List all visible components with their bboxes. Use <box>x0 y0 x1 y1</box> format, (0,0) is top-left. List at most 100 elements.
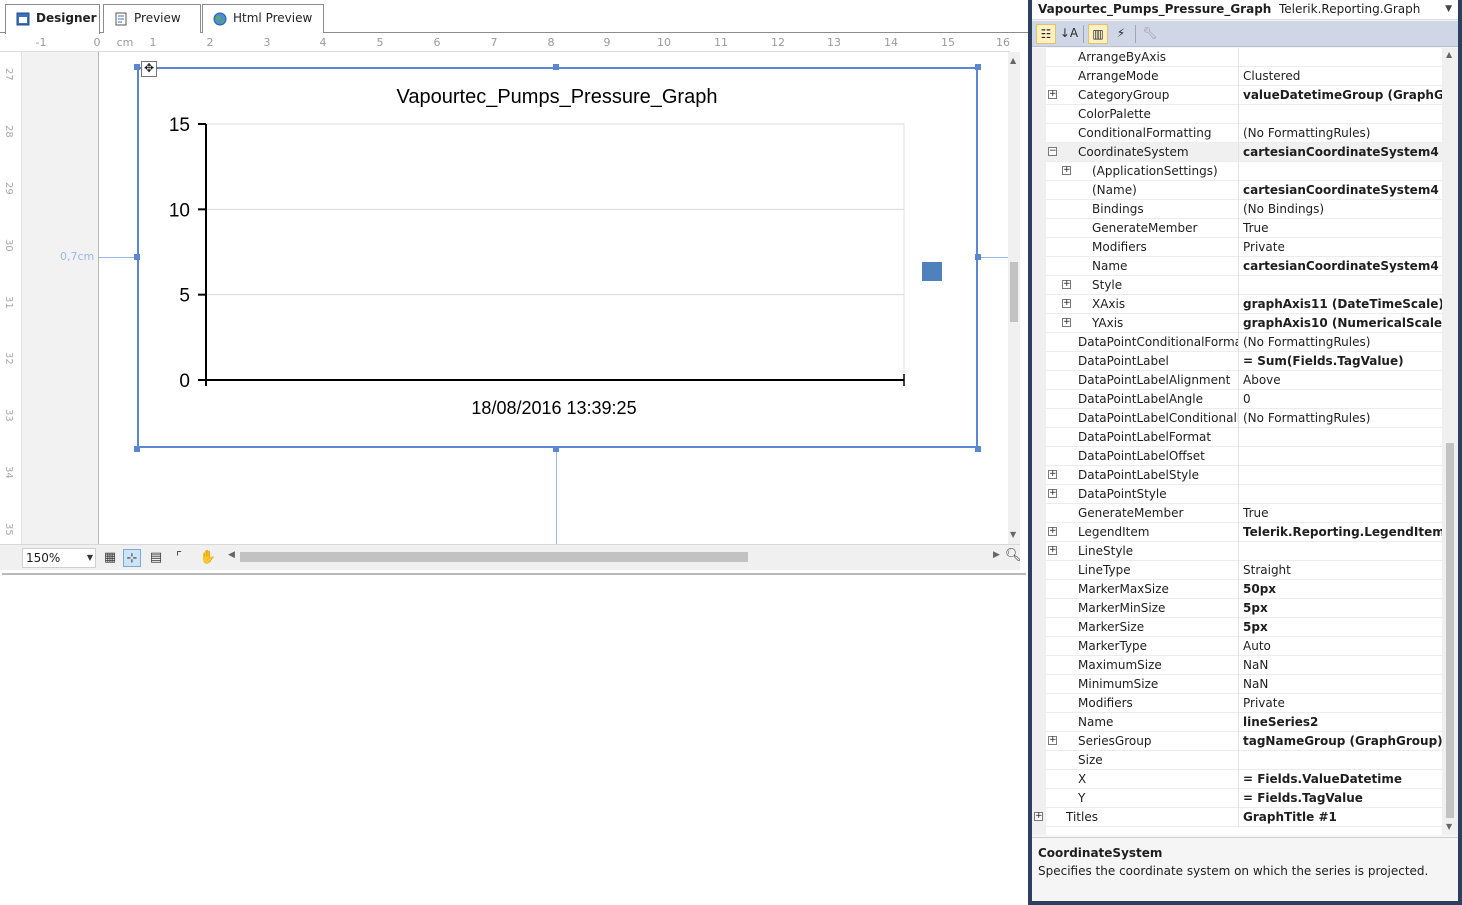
property-row[interactable]: DataPointLabel = Sum(Fields.TagValue) <box>1046 352 1442 371</box>
property-row[interactable]: − CoordinateSystem cartesianCoordinateSyst… <box>1046 143 1442 162</box>
property-row[interactable]: Modifiers Private <box>1046 694 1442 713</box>
property-row[interactable]: + DataPointStyle <box>1046 485 1442 504</box>
property-value[interactable]: Private <box>1238 238 1442 257</box>
page-view-icon[interactable]: ▤ <box>147 549 165 567</box>
ruler-toggle-icon[interactable]: ⌜ <box>170 549 188 567</box>
property-value[interactable] <box>1238 466 1442 485</box>
property-row[interactable]: MaximumSize NaN <box>1046 656 1442 675</box>
property-row[interactable]: + Style <box>1046 276 1442 295</box>
property-value[interactable]: GraphTitle #1 <box>1238 808 1442 827</box>
property-row[interactable]: + DataPointLabelStyle <box>1046 466 1442 485</box>
property-value[interactable]: 0 <box>1238 390 1442 409</box>
snap-to-grid-icon[interactable]: ⊹ <box>123 549 141 567</box>
scroll-thumb[interactable] <box>1446 443 1454 818</box>
property-row[interactable]: + YAxis graphAxis10 (NumericalScale) <box>1046 314 1442 333</box>
property-row[interactable]: ColorPalette <box>1046 105 1442 124</box>
scroll-down-icon[interactable]: ▼ <box>1010 530 1016 539</box>
expand-icon[interactable]: + <box>1034 812 1043 821</box>
scroll-down-icon[interactable]: ▼ <box>1446 822 1452 831</box>
property-value[interactable]: graphAxis10 (NumericalScale) <box>1238 314 1442 333</box>
property-value[interactable]: Straight <box>1238 561 1442 580</box>
property-row[interactable]: MarkerMinSize 5px <box>1046 599 1442 618</box>
property-row[interactable]: DataPointLabelAngle 0 <box>1046 390 1442 409</box>
property-row[interactable]: DataPointLabelOffset <box>1046 447 1442 466</box>
hand-tool-icon[interactable]: ✋ <box>199 549 217 567</box>
property-value[interactable] <box>1238 105 1442 124</box>
property-value[interactable]: (No Bindings) <box>1238 200 1442 219</box>
property-value[interactable]: graphAxis11 (DateTimeScale) <box>1238 295 1442 314</box>
property-pages-icon[interactable]: 🔧︎ <box>1140 24 1160 44</box>
property-row[interactable]: LineType Straight <box>1046 561 1442 580</box>
move-handle-icon[interactable]: ✥ <box>141 61 157 77</box>
property-row[interactable]: + LegendItem Telerik.Reporting.LegendItem <box>1046 523 1442 542</box>
property-value[interactable]: cartesianCoordinateSystem4 <box>1238 181 1442 200</box>
expand-icon[interactable]: + <box>1048 470 1057 479</box>
property-row[interactable]: Name lineSeries2 <box>1046 713 1442 732</box>
expand-icon[interactable]: + <box>1062 280 1071 289</box>
property-value[interactable] <box>1238 447 1442 466</box>
property-row[interactable]: MarkerType Auto <box>1046 637 1442 656</box>
property-value[interactable]: (No FormattingRules) <box>1238 333 1442 352</box>
property-row[interactable]: ArrangeMode Clustered <box>1046 67 1442 86</box>
property-grid-scrollbar[interactable]: ▲ ▼ <box>1442 48 1458 835</box>
resize-handle[interactable] <box>134 446 140 452</box>
property-value[interactable]: Above <box>1238 371 1442 390</box>
property-value[interactable]: 50px <box>1238 580 1442 599</box>
grid-toggle-icon[interactable]: ▦ <box>101 549 119 567</box>
property-value[interactable]: = Sum(Fields.TagValue) <box>1238 352 1442 371</box>
property-row[interactable]: Bindings (No Bindings) <box>1046 200 1442 219</box>
resize-handle[interactable] <box>134 64 140 70</box>
expand-icon[interactable]: + <box>1048 546 1057 555</box>
property-grid[interactable]: ArrangeByAxis ArrangeMode Clustered + Catego… <box>1032 48 1442 835</box>
property-row[interactable]: + (ApplicationSettings) <box>1046 162 1442 181</box>
property-value[interactable]: cartesianCoordinateSystem4 <box>1238 257 1442 276</box>
property-row[interactable]: DataPointLabelFormat <box>1046 428 1442 447</box>
resize-handle[interactable] <box>134 254 140 260</box>
categorized-icon[interactable]: ☷ <box>1036 24 1056 44</box>
expand-icon[interactable]: + <box>1048 527 1057 536</box>
property-row[interactable]: DataPointConditionalFormatt (No Formattin… <box>1046 333 1442 352</box>
resize-handle[interactable] <box>975 254 981 260</box>
resize-handle[interactable] <box>553 64 559 70</box>
property-row[interactable]: + LineStyle <box>1046 542 1442 561</box>
chevron-down-icon[interactable]: ▼ <box>1445 0 1452 18</box>
expand-icon[interactable]: + <box>1062 166 1071 175</box>
property-row[interactable]: Y = Fields.TagValue <box>1046 789 1442 808</box>
resize-handle[interactable] <box>553 446 559 452</box>
property-value[interactable]: True <box>1238 504 1442 523</box>
scroll-up-icon[interactable]: ▲ <box>1010 56 1016 65</box>
designer-horizontal-scrollbar[interactable]: ◀ ▶ <box>228 550 1000 563</box>
property-row[interactable]: DataPointLabelAlignment Above <box>1046 371 1442 390</box>
expand-icon[interactable]: + <box>1048 90 1057 99</box>
tab-html-preview[interactable]: Html Preview <box>202 4 324 33</box>
property-value[interactable]: tagNameGroup (GraphGroup) <box>1238 732 1442 751</box>
property-value[interactable]: Telerik.Reporting.LegendItem <box>1238 523 1442 542</box>
expand-icon[interactable]: + <box>1048 736 1057 745</box>
property-value[interactable]: Clustered <box>1238 67 1442 86</box>
property-value[interactable] <box>1238 162 1442 181</box>
property-value[interactable]: 5px <box>1238 618 1442 637</box>
resize-handle[interactable] <box>975 64 981 70</box>
resize-handle[interactable] <box>975 446 981 452</box>
property-value[interactable] <box>1238 485 1442 504</box>
tab-preview[interactable]: Preview <box>103 4 201 33</box>
zoom-select[interactable]: 150% ▼ <box>22 548 96 568</box>
expand-icon[interactable]: + <box>1048 489 1057 498</box>
events-icon[interactable]: ⚡ <box>1111 24 1131 44</box>
scroll-right-icon[interactable]: ▶ <box>993 550 1000 560</box>
property-row[interactable]: Name cartesianCoordinateSystem4 <box>1046 257 1442 276</box>
property-row[interactable]: Modifiers Private <box>1046 238 1442 257</box>
object-selector[interactable]: Vapourtec_Pumps_Pressure_Graph Telerik.R… <box>1032 0 1458 20</box>
property-row[interactable]: (Name) cartesianCoordinateSystem4 <box>1046 181 1442 200</box>
property-row[interactable]: + SeriesGroup tagNameGroup (GraphGroup) <box>1046 732 1442 751</box>
property-value[interactable]: True <box>1238 219 1442 238</box>
property-value[interactable] <box>1238 751 1442 770</box>
property-row[interactable]: + CategoryGroup valueDatetimeGroup (GraphG… <box>1046 86 1442 105</box>
property-value[interactable] <box>1238 276 1442 295</box>
property-row[interactable]: + XAxis graphAxis11 (DateTimeScale) <box>1046 295 1442 314</box>
property-value[interactable]: valueDatetimeGroup (GraphGroup) <box>1238 86 1442 105</box>
property-row[interactable]: MarkerSize 5px <box>1046 618 1442 637</box>
property-value[interactable]: = Fields.TagValue <box>1238 789 1442 808</box>
property-value[interactable]: Private <box>1238 694 1442 713</box>
properties-icon[interactable]: ▥ <box>1088 24 1108 44</box>
